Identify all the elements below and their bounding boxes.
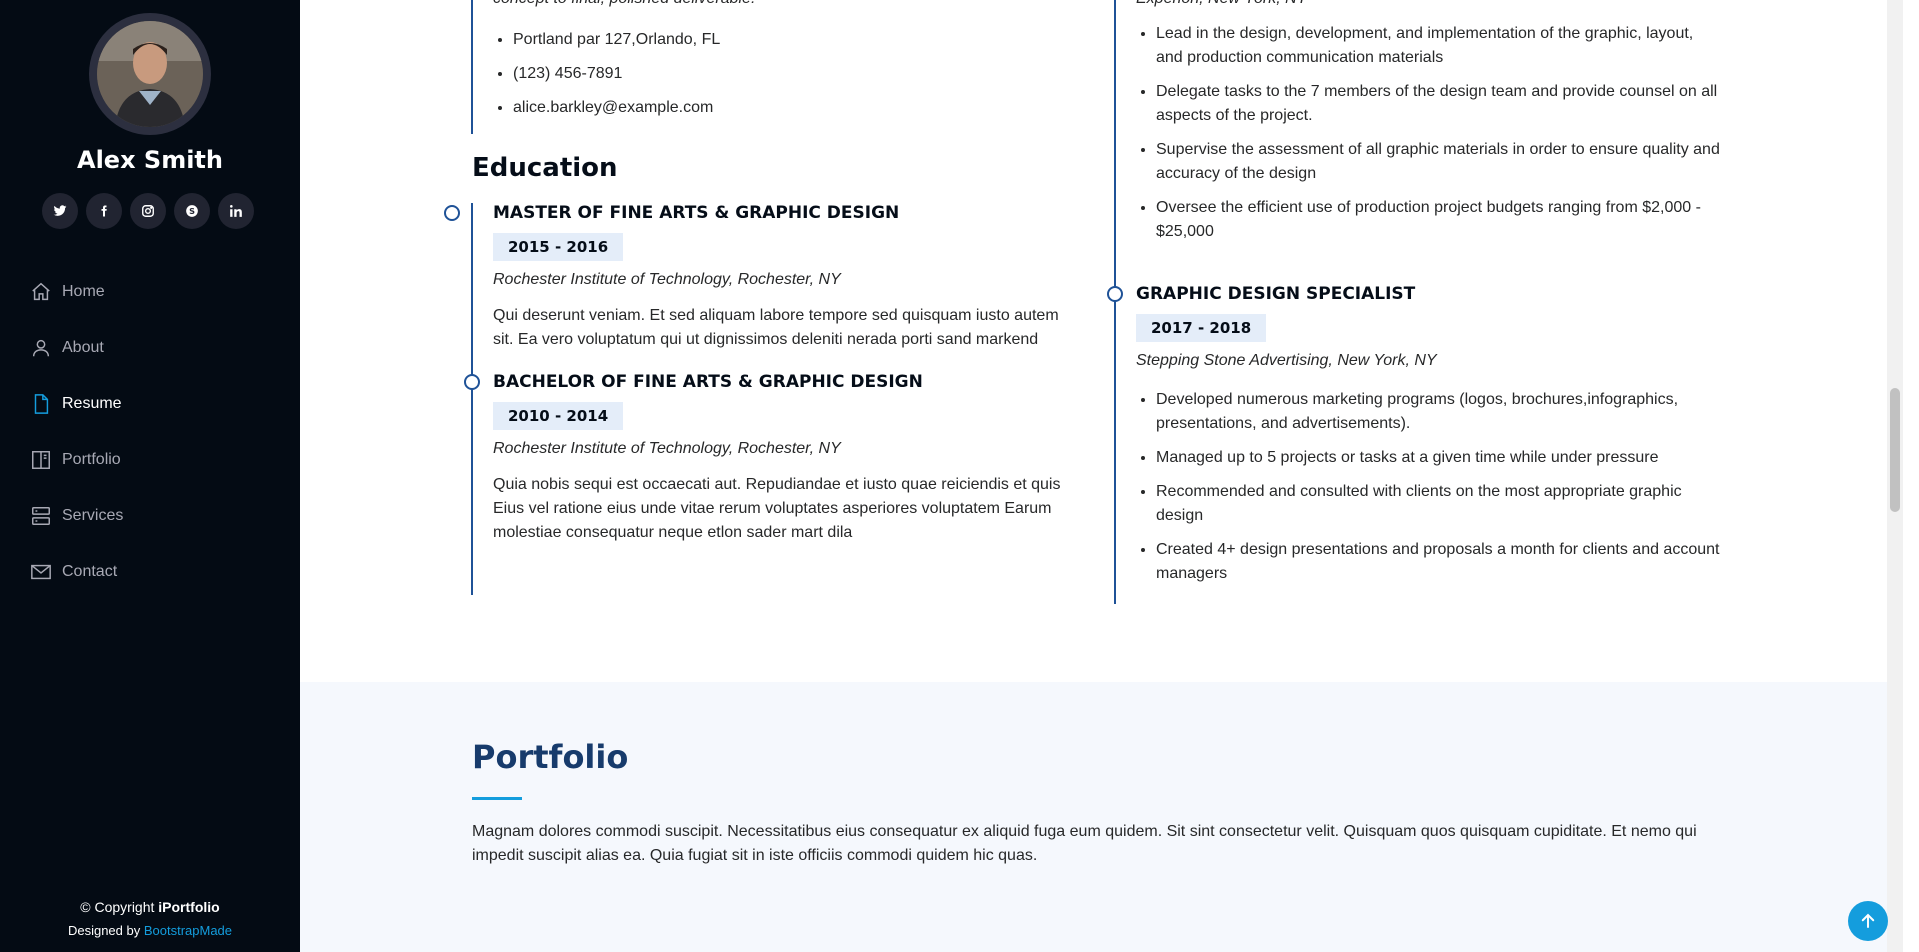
education-item: Master of Fine Arts & Graphic Design 201… <box>444 203 1071 352</box>
portfolio-description: Magnam dolores commodi suscipit. Necessi… <box>472 823 1697 864</box>
education-title: Bachelor of Fine Arts & Graphic Design <box>493 372 923 392</box>
experience-bullet: Lead in the design, development, and imp… <box>1156 22 1724 70</box>
instagram-icon[interactable] <box>130 193 166 229</box>
experience-bullet: Delegate tasks to the 7 members of the d… <box>1156 80 1724 128</box>
credits-link[interactable]: BootstrapMade <box>144 923 232 938</box>
education-place: Rochester Institute of Technology, Roche… <box>493 271 841 288</box>
scrollbar-thumb[interactable] <box>1890 388 1900 512</box>
education-place: Rochester Institute of Technology, Roche… <box>493 440 841 457</box>
arrow-up-icon <box>1861 913 1875 928</box>
experience-top-bullets: Lead in the design, development, and imp… <box>1136 22 1724 244</box>
experience-bullet: Supervise the assessment of all graphic … <box>1156 138 1724 186</box>
education-item: Bachelor of Fine Arts & Graphic Design 2… <box>464 372 1071 545</box>
education-title: Master of Fine Arts & Graphic Design <box>493 203 900 223</box>
skype-icon[interactable]: S <box>174 193 210 229</box>
experience-bullet: Managed up to 5 projects or tasks at a g… <box>1156 446 1724 470</box>
nav-item-home[interactable]: Home <box>30 264 123 320</box>
nav-item-resume[interactable]: Resume <box>30 376 123 432</box>
nav-label: About <box>62 339 104 356</box>
experience-timeline: Experion, New York, NY Lead in the desig… <box>1107 0 1724 604</box>
main-content: concept to final, polished deliverable. … <box>300 0 1903 952</box>
copyright: © Copyright iPortfolio <box>0 895 300 919</box>
person-icon <box>32 339 50 357</box>
experience-place-top: Experion, New York, NY <box>1136 0 1724 8</box>
svg-text:S: S <box>189 206 195 216</box>
nav-label: Services <box>62 507 124 524</box>
facebook-icon[interactable] <box>86 193 122 229</box>
home-icon <box>32 282 50 301</box>
education-text: Quia nobis sequi est occaecati aut. Repu… <box>493 476 1061 541</box>
copyright-prefix: © Copyright <box>80 899 159 915</box>
contact-phone: (123) 456-7891 <box>513 62 1071 86</box>
avatar <box>89 13 211 135</box>
summary-timeline: concept to final, polished deliverable. … <box>471 0 1071 134</box>
envelope-icon <box>31 564 51 580</box>
timeline-dot <box>1107 286 1123 302</box>
nav-label: Home <box>62 283 105 300</box>
experience-bullet: Developed numerous marketing programs (l… <box>1156 388 1724 436</box>
experience-bullet: Recommended and consulted with clients o… <box>1156 480 1724 528</box>
contact-list: Portland par 127,Orlando, FL (123) 456-7… <box>493 28 1071 120</box>
nav-item-portfolio[interactable]: Portfolio <box>30 432 123 488</box>
server-icon <box>32 507 50 525</box>
back-to-top-button[interactable] <box>1848 901 1888 941</box>
social-links: S <box>42 193 254 229</box>
summary-tail: concept to final, polished deliverable. <box>493 0 1071 8</box>
education-years: 2010 - 2014 <box>493 402 624 430</box>
file-icon <box>34 394 49 414</box>
nav-item-services[interactable]: Services <box>30 488 123 544</box>
sidebar: Alex Smith S Home About Resume Portfolio… <box>0 0 300 952</box>
experience-title: Graphic design specialist <box>1136 284 1416 304</box>
education-years: 2015 - 2016 <box>493 233 624 261</box>
education-timeline: Master of Fine Arts & Graphic Design 201… <box>444 203 1071 595</box>
timeline-dot <box>464 374 480 390</box>
nav-label: Resume <box>62 395 122 412</box>
nav-label: Contact <box>62 563 118 580</box>
page-scrollbar[interactable] <box>1887 0 1903 952</box>
profile-name: Alex Smith <box>77 146 223 174</box>
education-text: Qui deserunt veniam. Et sed aliquam labo… <box>493 307 1059 348</box>
portfolio-section: Portfolio Magnam dolores commodi suscipi… <box>300 682 1903 952</box>
contact-email: alice.barkley@example.com <box>513 96 1071 120</box>
portfolio-title: Portfolio <box>472 738 629 776</box>
profile-photo <box>97 21 203 127</box>
contact-address: Portland par 127,Orlando, FL <box>513 28 1071 52</box>
credits-prefix: Designed by <box>67 923 144 938</box>
experience-bullets: Developed numerous marketing programs (l… <box>1136 388 1724 586</box>
nav-item-about[interactable]: About <box>30 320 123 376</box>
credits: Designed by BootstrapMade <box>0 919 300 943</box>
copyright-brand: iPortfolio <box>158 899 220 915</box>
experience-place: Stepping Stone Advertising, New York, NY <box>1136 352 1437 369</box>
experience-bullet: Created 4+ design presentations and prop… <box>1156 538 1724 586</box>
linkedin-icon[interactable] <box>218 193 254 229</box>
nav-label: Portfolio <box>62 451 121 468</box>
experience-years: 2017 - 2018 <box>1136 314 1267 342</box>
education-heading: Education <box>472 153 618 183</box>
sidebar-footer: © Copyright iPortfolio Designed by Boots… <box>0 895 300 943</box>
twitter-icon[interactable] <box>42 193 78 229</box>
title-underline <box>472 797 522 800</box>
book-icon <box>32 451 50 469</box>
experience-item: Graphic design specialist 2017 - 2018 St… <box>1107 284 1724 586</box>
nav-item-contact[interactable]: Contact <box>30 544 123 600</box>
experience-bullet: Oversee the efficient use of production … <box>1156 196 1724 244</box>
timeline-dot <box>444 205 460 221</box>
main-nav: Home About Resume Portfolio Services Con… <box>30 264 123 600</box>
